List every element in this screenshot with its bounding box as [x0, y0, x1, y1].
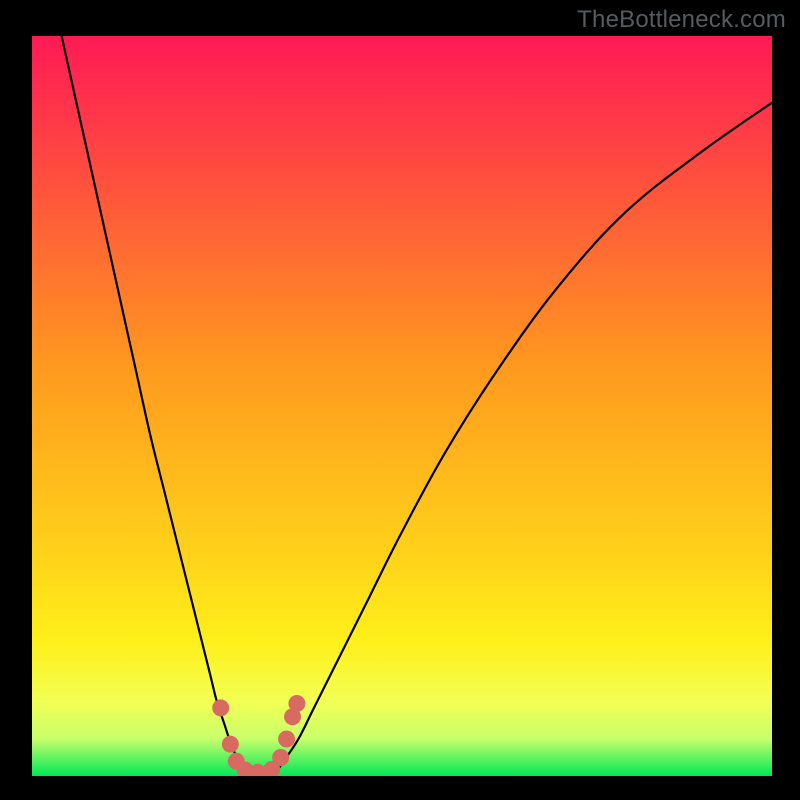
marker-dot	[272, 749, 289, 766]
marker-dot	[222, 736, 239, 753]
marker-dot	[212, 699, 229, 716]
plot-area	[32, 36, 772, 776]
plot-svg	[32, 36, 772, 776]
chart-frame: TheBottleneck.com	[0, 0, 800, 800]
marker-dot	[278, 731, 295, 748]
marker-dot	[288, 695, 305, 712]
watermark-text: TheBottleneck.com	[577, 6, 786, 34]
